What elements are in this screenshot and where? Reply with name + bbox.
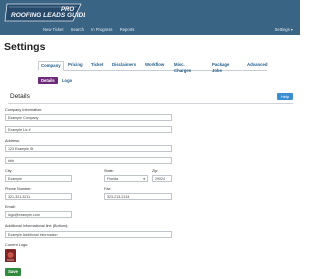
subtab-details[interactable]: Details [38,77,58,84]
phone-label: Phone Number: [5,187,32,191]
current-logo-label: Current Logo: [5,243,29,247]
fax-label: Fax: [104,187,112,191]
save-button[interactable]: Save [5,268,21,276]
app-logo[interactable]: PRO ROOFING LEADS GUIDE [3,1,85,25]
top-navigation-bar: PRO ROOFING LEADS GUIDE New Ticket Searc… [0,0,300,35]
company-info-label: Company Information: [5,108,43,112]
help-button[interactable]: Help [277,93,293,100]
nav-new-ticket[interactable]: New Ticket [43,27,63,32]
chevron-down-icon: ▾ [143,177,145,181]
section-divider [8,103,293,104]
tab-ticket[interactable]: Ticket [89,61,105,69]
section-title: Details [10,93,30,100]
tab-company[interactable]: Company [38,61,64,71]
tab-misc-charges[interactable]: Misc. Charges [172,61,193,73]
tab-workflow[interactable]: Workflow [143,61,166,69]
zip-field[interactable]: 29024 [152,175,172,182]
fax-field[interactable]: 323-213-2134 [104,193,172,200]
svg-text:ROOFING LEADS GUIDE: ROOFING LEADS GUIDE [11,12,85,19]
tab-advanced[interactable]: Advanced [245,61,270,69]
subtab-logo[interactable]: Logo [59,77,75,84]
phone-field[interactable]: 321-321-3211 [5,193,72,200]
additional-info-label: Additional Informational line (Bottom): [5,224,69,228]
logo-thumbnail-graphic [5,250,16,262]
address-label: Address: [5,139,20,143]
user-menu[interactable]: Settings ▾ [275,27,293,32]
additional-info-field[interactable]: Example Additional Information [5,231,172,238]
nav-search[interactable]: Search [71,27,84,32]
tab-divider [38,69,267,71]
tab-disclaimers[interactable]: Disclaimers [110,61,138,69]
state-select-value: Florida [107,177,118,181]
email-label: Email: [5,205,16,209]
state-label: State: [104,169,114,173]
tab-pricing[interactable]: Pricing [66,61,85,69]
city-label: City: [5,169,13,173]
city-field[interactable]: Example [5,175,72,182]
address-line1-field[interactable]: 123 Example St [5,145,172,152]
address-line2-field[interactable]: ### [5,157,172,164]
main-nav: New Ticket Search In Progress Reports [43,27,140,32]
tab-package-jobs[interactable]: Package Jobs [210,61,231,73]
company-name-field[interactable]: Example Company [5,114,172,121]
email-field[interactable]: logo@example.com [5,211,72,218]
zip-label: Zip: [152,169,159,173]
company-logo-thumbnail [5,249,16,262]
nav-reports[interactable]: Reports [120,27,135,32]
page-title: Settings [4,41,46,53]
nav-in-progress[interactable]: In Progress [91,27,112,32]
state-select[interactable]: Florida ▾ [104,175,148,182]
company-license-field[interactable]: Example Lic # [5,126,172,133]
